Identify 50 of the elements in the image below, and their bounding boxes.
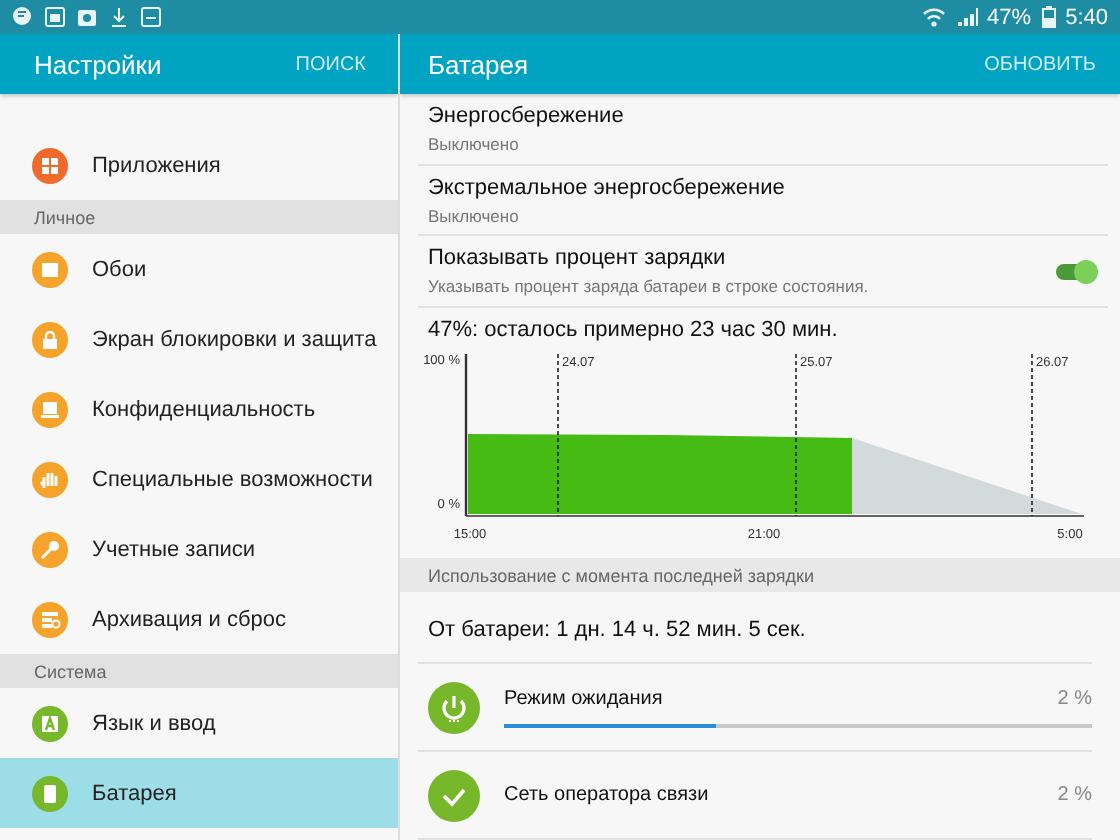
usage-name: Режим ожидания <box>504 687 663 710</box>
chat-bubble-icon <box>12 6 34 28</box>
settings-item[interactable]: Батарея <box>0 758 398 828</box>
battery-percent: 47% <box>987 5 1032 29</box>
setting-status: Выключено <box>428 133 521 154</box>
clock: 5:40 <box>1065 5 1108 29</box>
usage-percent: 2 % <box>1057 687 1092 710</box>
toggle-switch[interactable] <box>1054 259 1098 284</box>
item-label: Архивация и сброс <box>92 607 287 631</box>
item-label: Обои <box>92 257 147 281</box>
screen-title: Настройки <box>34 49 162 79</box>
setting-title: Экстремальное энергосбережение <box>428 175 787 199</box>
settings-item[interactable]: Обои <box>0 234 398 304</box>
screen-title: Батарея <box>428 49 529 79</box>
signal-icon <box>955 6 978 28</box>
wifi-icon <box>921 6 946 28</box>
setting-status: Указывать процент заряда батареи в строке состояния. <box>428 276 871 297</box>
section-header: Личное <box>0 200 398 234</box>
item-label: Конфиденциальность <box>92 397 316 421</box>
setting-title: Показывать процент зарядки <box>428 246 728 271</box>
item-label: Приложения <box>92 153 221 177</box>
battery-icon <box>1041 6 1056 28</box>
settings-item[interactable]: Учетные записи <box>0 514 398 584</box>
usage-item[interactable]: Сеть оператора связи 2 % <box>418 752 1092 840</box>
settings-item[interactable]: Специальные возможности <box>0 444 398 514</box>
download-icon <box>108 6 130 28</box>
battery-time: От батареи: 1 дн. 14 ч. 52 мин. 5 сек. <box>418 592 1092 665</box>
setting-title: Энергосбережение <box>428 103 626 128</box>
item-label: Экран блокировки и защита <box>92 327 377 351</box>
usage-name: Сеть оператора связи <box>504 784 709 807</box>
inbox-icon <box>140 6 162 28</box>
usage-percent: 2 % <box>1057 784 1092 807</box>
setting-status: Выключено <box>428 205 521 225</box>
usage-item[interactable]: Режим ожидания 2 % <box>418 664 1092 753</box>
item-label: Батарея <box>92 781 177 805</box>
check-icon <box>428 769 480 822</box>
settings-item[interactable]: Язык и ввод <box>0 688 398 758</box>
settings-item[interactable]: Экран блокировки и защита <box>0 304 398 374</box>
camera-icon <box>76 6 98 28</box>
section-header: Использование с момента последней зарядки <box>400 558 1120 593</box>
section-header: Система <box>0 654 398 688</box>
battery-estimate: 47%: осталось примерно 23 час 30 мин. <box>426 316 840 343</box>
power-icon <box>428 681 480 734</box>
settings-item[interactable]: Архивация и сброс <box>0 584 398 654</box>
image-icon <box>44 6 66 28</box>
item-label: Специальные возможности <box>92 467 373 491</box>
item-label: Язык и ввод <box>92 711 216 735</box>
item-label: Учетные записи <box>92 537 256 561</box>
settings-item[interactable]: Приложения <box>0 130 398 200</box>
settings-item[interactable]: Конфиденциальность <box>0 374 398 444</box>
